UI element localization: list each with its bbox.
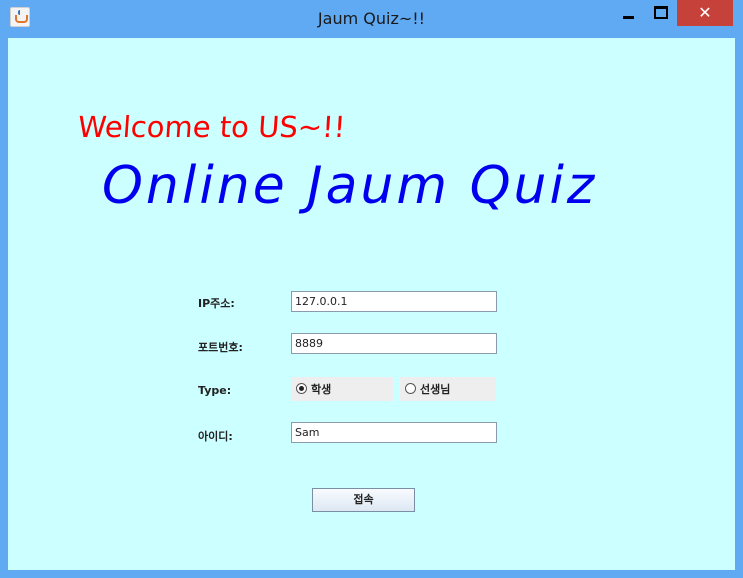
radio-teacher[interactable]: 선생님 — [400, 377, 496, 401]
radio-student[interactable]: 학생 — [291, 377, 393, 401]
id-label: 아이디: — [198, 430, 233, 443]
maximize-icon — [654, 6, 668, 19]
radio-circle-teacher — [405, 383, 416, 394]
maximize-button[interactable] — [645, 0, 675, 26]
headline-text: Online Jaum Quiz — [102, 156, 598, 216]
radio-dot — [299, 386, 304, 391]
radio-teacher-label: 선생님 — [420, 383, 451, 396]
ip-label: IP주소: — [198, 297, 235, 310]
connect-button[interactable]: 접속 — [312, 488, 415, 512]
close-button[interactable]: ✕ — [677, 0, 733, 26]
radio-circle-student — [296, 383, 307, 394]
close-icon: ✕ — [698, 3, 712, 22]
id-input[interactable] — [291, 422, 497, 443]
ip-input[interactable] — [291, 291, 497, 312]
app-window: Jaum Quiz~!! ✕ Welcome to US~!! Online J… — [0, 0, 743, 578]
port-label: 포트번호: — [198, 341, 243, 354]
type-label: Type: — [198, 384, 232, 397]
welcome-text: Welcome to US~!! — [76, 110, 347, 144]
minimize-icon — [623, 16, 634, 19]
title-bar[interactable]: Jaum Quiz~!! ✕ — [0, 0, 743, 38]
radio-student-label: 학생 — [311, 383, 332, 396]
client-area: Welcome to US~!! Online Jaum Quiz IP주소: … — [8, 38, 735, 570]
port-input[interactable] — [291, 333, 497, 354]
minimize-button[interactable] — [614, 0, 642, 26]
